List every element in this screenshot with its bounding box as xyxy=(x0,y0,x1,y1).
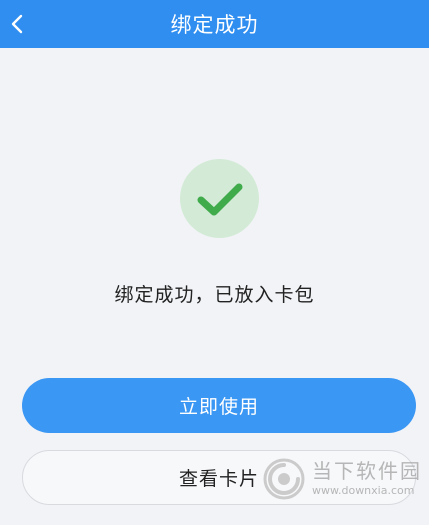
checkmark-icon xyxy=(197,183,242,215)
watermark-url: www.downxia.com xyxy=(312,484,415,497)
watermark: 当下软件园 www.downxia.com xyxy=(262,451,422,507)
site-logo-icon xyxy=(263,458,305,500)
chevron-left-icon xyxy=(11,14,23,34)
use-now-button[interactable]: 立即使用 xyxy=(22,378,416,433)
binding-success-screen: 绑定成功 绑定成功，已放入卡包 立即使用 查看卡片 当下软件园 www.down… xyxy=(0,0,429,525)
success-message: 绑定成功，已放入卡包 xyxy=(114,284,315,306)
page-title: 绑定成功 xyxy=(170,13,259,37)
watermark-text: 当下软件园 xyxy=(312,459,422,483)
success-status-badge xyxy=(180,159,259,238)
back-button[interactable] xyxy=(0,0,34,48)
top-nav-bar: 绑定成功 xyxy=(0,0,429,48)
